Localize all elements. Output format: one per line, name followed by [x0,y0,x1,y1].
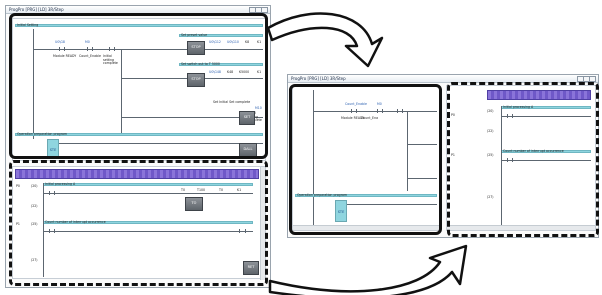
right-window-title: ProgPro [PRG] [LD] 3R/Step [291,76,346,81]
highlight-frame-right-left [289,84,442,235]
highlight-frame-top-left [9,13,268,159]
highlight-frame-bottom-left [9,160,268,286]
left-window-title: ProgPro [PRG] [LD] 3R/Step [9,7,64,12]
bottom-arrow [268,244,468,295]
top-arrow [266,12,384,68]
highlight-frame-right-right [447,82,599,237]
